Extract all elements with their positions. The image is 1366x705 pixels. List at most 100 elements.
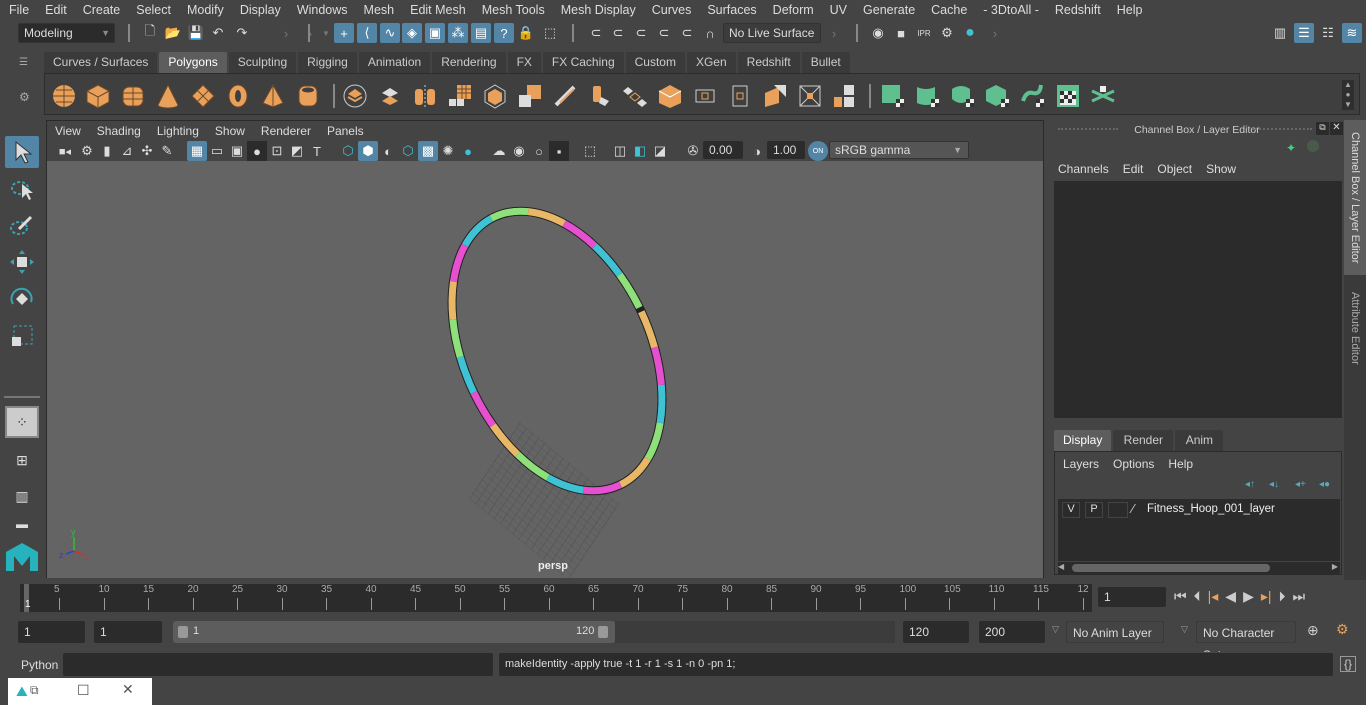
- magnet-icon[interactable]: ∩: [700, 23, 720, 43]
- extract-icon[interactable]: [482, 83, 508, 109]
- lock-icon[interactable]: 🔒: [516, 23, 536, 43]
- cylindrical-uv-icon[interactable]: [915, 83, 941, 109]
- target-weld-icon[interactable]: [762, 83, 788, 109]
- textured-icon[interactable]: ▩: [418, 141, 438, 161]
- menu-create[interactable]: Create: [74, 3, 128, 17]
- auto-key-icon[interactable]: ⊕: [1307, 622, 1319, 639]
- move-tool[interactable]: [5, 246, 39, 278]
- select-by-hierarchy-icon[interactable]: +: [334, 23, 354, 43]
- bevel-icon[interactable]: [552, 83, 578, 109]
- combine-icon[interactable]: [342, 83, 368, 109]
- color-management-toggle[interactable]: ON: [808, 141, 828, 161]
- default-material-icon[interactable]: ◐: [378, 141, 398, 161]
- menu-3dtoall[interactable]: - 3DtoAll -: [974, 3, 1046, 17]
- poly-torus-icon[interactable]: [225, 83, 251, 109]
- select-surfaces-icon[interactable]: ◈: [402, 23, 422, 43]
- collapse-arrow-icon[interactable]: ›: [276, 23, 296, 43]
- end-time-field[interactable]: 200: [979, 621, 1045, 643]
- side-tab-channel-box[interactable]: Channel Box / Layer Editor: [1344, 120, 1366, 275]
- anim-layer-dropdown[interactable]: No Anim Layer: [1066, 621, 1164, 643]
- menu-edit-mesh[interactable]: Edit Mesh: [401, 3, 473, 17]
- uv-editor-icon[interactable]: [1055, 83, 1081, 109]
- merge-icon[interactable]: [797, 83, 823, 109]
- menu-windows[interactable]: Windows: [288, 3, 355, 17]
- script-editor-icon[interactable]: {}: [1340, 656, 1356, 672]
- gamma-icon[interactable]: ◑: [747, 141, 767, 161]
- cut-sew-uv-icon[interactable]: [1090, 83, 1116, 109]
- menu-mesh-tools[interactable]: Mesh Tools: [473, 3, 552, 17]
- exposure-field[interactable]: 0.00: [703, 141, 743, 159]
- shelf-scroll[interactable]: ▲ ● ▼: [1342, 80, 1354, 110]
- animation-preferences-icon[interactable]: ⚙: [1336, 621, 1349, 638]
- shadows-icon[interactable]: ●: [458, 141, 478, 161]
- viewport-menu-view[interactable]: View: [47, 124, 89, 138]
- snap-view-plane-icon[interactable]: ⊂: [654, 23, 674, 43]
- help-menu[interactable]: Help: [1168, 457, 1193, 471]
- poly-cylinder-icon[interactable]: [120, 83, 146, 109]
- command-language-toggle[interactable]: Python: [21, 658, 58, 672]
- xray-icon[interactable]: ◫: [610, 141, 630, 161]
- anim-layer-dropdown-icon[interactable]: ▽: [1052, 624, 1059, 635]
- poly-pyramid-icon[interactable]: [260, 83, 286, 109]
- shelf-tab-redshift[interactable]: Redshift: [737, 52, 800, 73]
- select-dynamics-icon[interactable]: ⁂: [448, 23, 468, 43]
- shelf-settings-gear-icon[interactable]: ⚙: [19, 90, 33, 104]
- layer-tab-display[interactable]: Display: [1054, 430, 1112, 451]
- rotate-tool[interactable]: [5, 283, 39, 315]
- layer-playback-toggle[interactable]: P: [1085, 502, 1103, 518]
- play-backwards-icon[interactable]: ◀: [1225, 588, 1236, 605]
- render-settings-icon[interactable]: ⚙: [937, 23, 957, 43]
- character-set-dropdown-icon[interactable]: ▽: [1181, 624, 1188, 635]
- prev-key-icon[interactable]: |◂: [1208, 588, 1219, 605]
- object-menu[interactable]: Object: [1157, 162, 1192, 176]
- separate-icon[interactable]: [377, 83, 403, 109]
- menu-mesh-display[interactable]: Mesh Display: [552, 3, 643, 17]
- snap-curve-icon[interactable]: ⊂: [608, 23, 628, 43]
- go-to-start-icon[interactable]: ⏮: [1174, 588, 1187, 605]
- poly-cone-icon[interactable]: [155, 83, 181, 109]
- move-layer-up-icon[interactable]: ◂↑: [1245, 479, 1255, 490]
- scale-tool[interactable]: [5, 320, 39, 352]
- menu-edit[interactable]: Edit: [36, 3, 74, 17]
- range-bar[interactable]: 1 120: [173, 621, 615, 643]
- maya-app-icon[interactable]: ⛰: [16, 683, 28, 700]
- drag-handle[interactable]: [1058, 128, 1118, 130]
- channel-list[interactable]: [1054, 181, 1342, 418]
- menu-deform[interactable]: Deform: [764, 3, 821, 17]
- step-forward-icon[interactable]: ⏵: [1279, 588, 1286, 605]
- color-space-dropdown[interactable]: sRGB gamma ▼: [829, 141, 969, 159]
- two-pane-layout-button[interactable]: ▥: [5, 480, 39, 512]
- exposure-icon[interactable]: ✇: [683, 141, 703, 161]
- resolution-gate-icon[interactable]: ▣: [227, 141, 247, 161]
- scroll-right-icon[interactable]: ▶: [1332, 562, 1338, 571]
- spherical-uv-icon[interactable]: [950, 83, 976, 109]
- shelf-tab-xgen[interactable]: XGen: [686, 52, 736, 73]
- new-layer-from-selection-icon[interactable]: ◂●: [1319, 479, 1330, 490]
- scrollbar-thumb[interactable]: [1072, 564, 1270, 572]
- poly-plane-icon[interactable]: [190, 83, 216, 109]
- multi-cut-icon[interactable]: [727, 83, 753, 109]
- bridge-icon[interactable]: [587, 83, 613, 109]
- select-curves-icon[interactable]: ∿: [380, 23, 400, 43]
- poly-pipe-icon[interactable]: [295, 83, 321, 109]
- append-polygon-icon[interactable]: [657, 83, 683, 109]
- gate-mask-icon[interactable]: ●: [247, 141, 267, 161]
- menu-modify[interactable]: Modify: [178, 3, 231, 17]
- layer-visibility-toggle[interactable]: V: [1062, 502, 1080, 518]
- menu-display[interactable]: Display: [231, 3, 288, 17]
- attribute-editor-toggle-icon[interactable]: ☰: [1294, 23, 1314, 43]
- shelf-tab-polygons[interactable]: Polygons: [159, 52, 227, 73]
- channels-menu[interactable]: Channels: [1058, 162, 1109, 176]
- screen-space-ao-icon[interactable]: ☁: [489, 141, 509, 161]
- collapse-arrow-icon[interactable]: ›: [985, 23, 1005, 43]
- maximize-icon[interactable]: ☐: [77, 682, 90, 699]
- shelf-tab-rendering[interactable]: Rendering: [432, 52, 506, 73]
- workspace-dropdown[interactable]: Modeling ▼: [18, 23, 115, 43]
- booleans-icon[interactable]: [517, 83, 543, 109]
- channel-box-toggle-icon[interactable]: ≋: [1342, 23, 1362, 43]
- manipulator-icon[interactable]: [1307, 140, 1319, 152]
- menu-redshift[interactable]: Redshift: [1046, 3, 1108, 17]
- menu-cache[interactable]: Cache: [922, 3, 974, 17]
- time-ruler[interactable]: 1 5 10 15 20 25 30 35 40 45 50 55 60 65 70 75 80 85 90 95 1…: [20, 584, 1092, 612]
- collapse-arrow-icon[interactable]: ›: [824, 23, 844, 43]
